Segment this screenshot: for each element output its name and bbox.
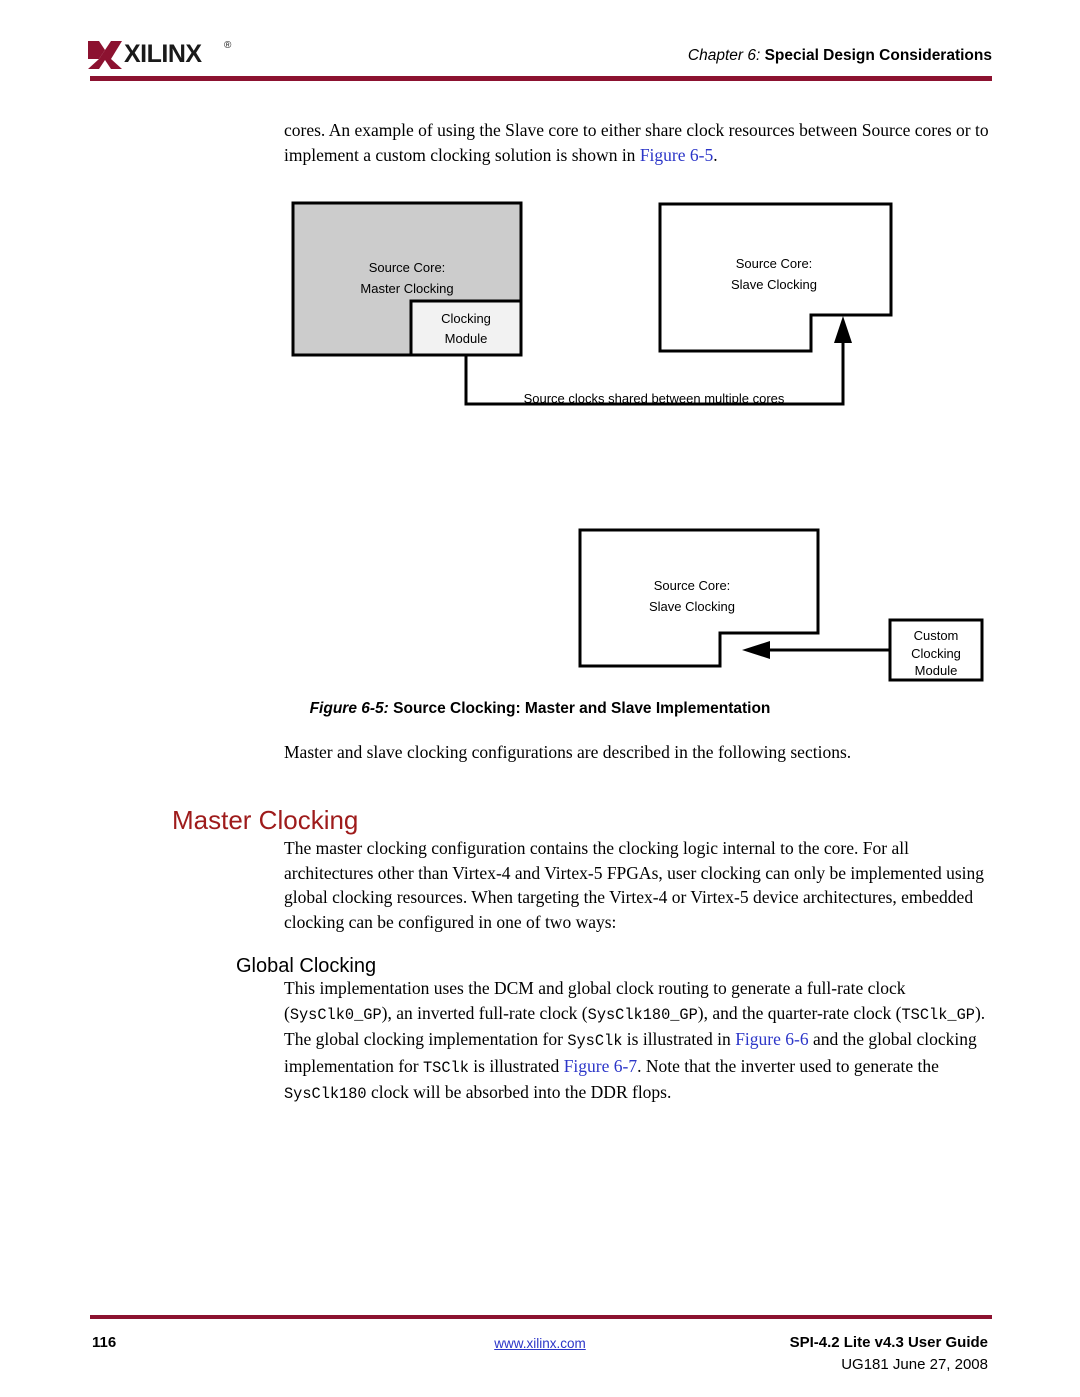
shared-clocks-label: Source clocks shared between multiple co… — [524, 391, 785, 406]
figure-6-7-link[interactable]: Figure 6-7 — [564, 1056, 637, 1076]
code-sysclk180: SysClk180 — [284, 1085, 367, 1103]
code-sysclk: SysClk — [567, 1032, 623, 1050]
guide-title: SPI-4.2 Lite v4.3 User Guide — [789, 1334, 988, 1351]
guide-document-id: UG181 June 27, 2008 — [841, 1356, 988, 1373]
code-sysclk0-gp: SysClk0_GP — [289, 1005, 382, 1024]
slave-core-top-label-line1: Source Core: — [736, 256, 813, 271]
chapter-number: Chapter 6: — [687, 47, 761, 64]
global-text-7: is illustrated — [468, 1055, 564, 1076]
slave-core-top-label-line2: Slave Clocking — [731, 277, 817, 292]
global-clocking-paragraph: This implementation uses the DCM and glo… — [284, 976, 990, 1107]
chapter-title: Special Design Considerations — [764, 47, 992, 64]
code-tsclk: TSClk — [423, 1058, 469, 1077]
source-clocking-diagram-svg: Source Core: Master Clocking Clocking Mo… — [291, 201, 984, 682]
slave-source-core-bottom-box — [578, 528, 820, 668]
page-header: XILINX ® Chapter 6: Special Design Consi… — [0, 0, 1080, 86]
clocking-module-label-line1: Clocking — [441, 311, 491, 326]
intro-text-suffix: . — [713, 144, 718, 165]
clocking-module-box — [409, 299, 523, 357]
master-clocking-paragraph: The master clocking configuration contai… — [284, 838, 984, 932]
page-footer: 116 www.xilinx.com SPI-4.2 Lite v4.3 Use… — [0, 1326, 1080, 1386]
intro-paragraph: cores. An example of using the Slave cor… — [284, 118, 990, 167]
custom-clock-arrowhead-icon — [742, 641, 770, 659]
sections-paragraph: Master and slave clocking configurations… — [284, 742, 852, 762]
intro-text-prefix: cores. An example of using the Slave cor… — [284, 120, 989, 165]
slave-core-bottom-label-line2: Slave Clocking — [649, 599, 735, 614]
header-rule — [90, 76, 992, 81]
xilinx-logo: XILINX ® — [88, 38, 232, 74]
global-text-2: ), an inverted full-rate clock ( — [381, 1002, 588, 1023]
master-core-label-line1: Source Core: — [369, 260, 446, 275]
slave-core-bottom-label-line1: Source Core: — [654, 578, 731, 593]
global-text-3: ), and the quarter-rate clock ( — [697, 1002, 902, 1023]
figure-6-6-link[interactable]: Figure 6-6 — [735, 1029, 808, 1049]
global-clocking-heading: Global Clocking — [236, 954, 377, 977]
figure-caption: Figure 6-5: Source Clocking: Master and … — [0, 700, 1080, 718]
figure-6-5-link[interactable]: Figure 6-5 — [640, 145, 713, 165]
master-clocking-heading: Master Clocking — [172, 805, 359, 836]
global-text-5: is illustrated in — [622, 1029, 736, 1049]
code-sysclk180-gp: SysClk180_GP — [587, 1005, 698, 1024]
custom-module-label-line3: Module — [915, 663, 958, 678]
chapter-heading: Chapter 6: Special Design Considerations — [688, 47, 992, 65]
figure-caption-title: Source Clocking: Master and Slave Implem… — [393, 700, 771, 717]
global-text-8: . Note that the inverter used to generat… — [637, 1055, 939, 1076]
code-tsclk-gp: TSClk_GP — [901, 1005, 975, 1024]
xilinx-logo-icon — [88, 41, 122, 69]
figure-6-5-diagram: Source Core: Master Clocking Clocking Mo… — [284, 196, 990, 696]
custom-module-label-line1: Custom — [914, 628, 959, 643]
custom-module-label-line2: Clocking — [911, 646, 961, 661]
footer-rule — [90, 1315, 992, 1319]
figure-caption-number: Figure 6-5: — [309, 700, 389, 717]
master-core-label-line2: Master Clocking — [360, 281, 453, 296]
clocking-module-label-line2: Module — [445, 331, 488, 346]
shared-clock-arrowhead-icon — [834, 316, 852, 343]
registered-trademark-icon: ® — [224, 40, 232, 51]
global-text-9: clock will be absorbed into the DDR flop… — [366, 1082, 672, 1102]
xilinx-logo-text: XILINX — [124, 40, 202, 68]
